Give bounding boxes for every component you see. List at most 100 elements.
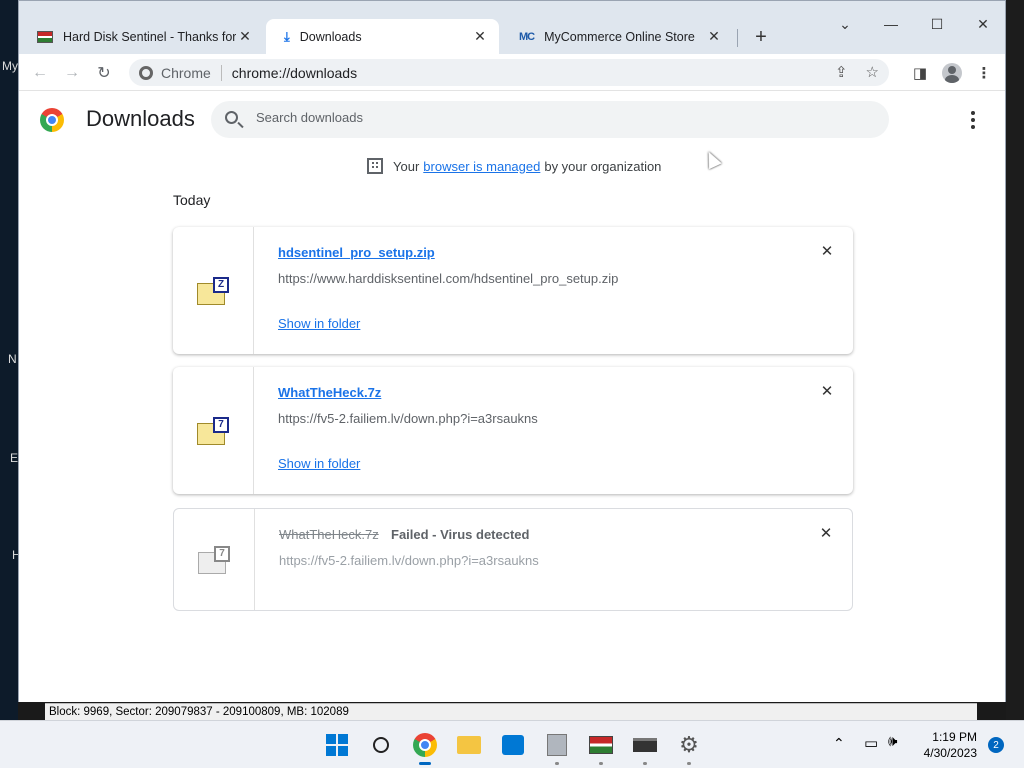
avatar (942, 63, 962, 83)
file-source-url: https://fv5-2.failiem.lv/down.php?i=a3rs… (279, 553, 539, 568)
managed-suffix: by your organization (544, 158, 662, 174)
gear-icon: ⚙ (679, 732, 699, 757)
store-icon (502, 735, 524, 755)
close-icon[interactable]: ✕ (236, 28, 254, 46)
file-name-link[interactable]: WhatTheHeck.7z (278, 385, 381, 400)
share-icon[interactable]: ⇪ (835, 63, 848, 81)
file-name: WhatTheHeck.7z (279, 527, 379, 542)
zip-file-icon: Z (197, 276, 229, 305)
tab-separator (737, 29, 738, 47)
more-actions-button[interactable] (963, 108, 983, 132)
tab-title: Hard Disk Sentinel - Thanks for c (63, 29, 236, 44)
download-item-failed: 7 WhatTheHeck.7z Failed - Virus detected… (173, 508, 853, 611)
chrome-window: Hard Disk Sentinel - Thanks for c ✕ ⤓ Do… (18, 0, 1006, 702)
taskbar-chrome[interactable] (411, 731, 439, 765)
file-source-url: https://www.harddisksentinel.com/hdsenti… (278, 271, 619, 286)
managed-prefix: Your (393, 158, 420, 174)
download-status: Failed - Virus detected (391, 527, 530, 542)
terminal-icon (633, 738, 657, 752)
desktop-icon-label: E (10, 451, 19, 465)
hdsentinel-icon (37, 30, 53, 43)
side-panel-icon[interactable]: ◨ (907, 60, 933, 86)
chrome-menu-button[interactable]: ⋮ (971, 60, 997, 86)
show-in-folder-link[interactable]: Show in folder (278, 456, 360, 471)
search-button[interactable] (367, 731, 395, 759)
file-icon-column: 7 (174, 509, 255, 610)
close-icon[interactable]: ✕ (705, 28, 723, 46)
system-clock[interactable]: 1:19 PM 4/30/2023 (912, 729, 977, 761)
mycommerce-icon: MC (519, 30, 535, 43)
7z-file-icon: 7 (198, 545, 230, 574)
omnibox-divider (220, 64, 222, 81)
file-type-badge: 7 (213, 416, 229, 433)
taskbar: ⚙ ⌃ ▭ 🕪 1:19 PM 4/30/2023 2 (0, 720, 1024, 768)
tab-search-button[interactable]: ⌄ (823, 9, 867, 39)
remove-download-button[interactable]: ✕ (819, 383, 835, 400)
maximize-button[interactable]: ☐ (915, 9, 959, 39)
page-title: Downloads (86, 106, 195, 131)
desktop-icon-label: My (2, 59, 18, 73)
minimize-button[interactable]: — (869, 9, 913, 39)
profile-button[interactable] (939, 60, 965, 86)
managed-notice: Your browser is managed by your organiza… (367, 158, 661, 174)
download-item: Z hdsentinel_pro_setup.zip https://www.h… (173, 227, 853, 354)
network-icon[interactable]: ▭ (864, 734, 878, 752)
desktop-icon-label: N (8, 352, 17, 366)
address-bar[interactable]: Chrome chrome://downloads ⇪ ☆ (129, 59, 889, 86)
tab-title: MyCommerce Online Store (544, 29, 695, 44)
search-input[interactable] (256, 110, 856, 125)
close-window-button[interactable]: ✕ (961, 9, 1005, 39)
chrome-icon (139, 65, 153, 80)
search-icon (373, 737, 389, 753)
tab-hard-disk-sentinel[interactable]: Hard Disk Sentinel - Thanks for c ✕ (19, 19, 264, 54)
tab-mycommerce[interactable]: MC MyCommerce Online Store ✕ (501, 19, 733, 54)
taskbar-store[interactable] (499, 731, 527, 759)
forward-button[interactable]: → (59, 60, 85, 86)
chrome-icon (413, 733, 437, 757)
tab-title: Downloads (299, 29, 362, 44)
url-text[interactable]: chrome://downloads (232, 65, 357, 81)
reload-button[interactable]: ↻ (91, 60, 117, 86)
status-bar: Block: 9969, Sector: 209079837 - 2091008… (45, 703, 977, 720)
bookmark-star-icon[interactable]: ☆ (866, 63, 879, 81)
taskbar-app[interactable] (543, 731, 571, 765)
app-icon (547, 734, 567, 756)
desktop-right-edge (1006, 0, 1024, 720)
search-bar[interactable] (211, 101, 889, 138)
taskbar-hdsentinel[interactable] (587, 731, 615, 765)
chrome-logo-icon (40, 108, 64, 132)
taskbar-settings[interactable]: ⚙ (675, 731, 703, 765)
file-name-link[interactable]: hdsentinel_pro_setup.zip (278, 245, 435, 260)
start-button[interactable] (323, 731, 351, 759)
building-icon (367, 158, 383, 174)
site-chip[interactable]: Chrome (161, 65, 211, 81)
windows-icon (326, 734, 348, 756)
clock-time: 1:19 PM (932, 730, 977, 744)
file-source-url: https://fv5-2.failiem.lv/down.php?i=a3rs… (278, 411, 538, 426)
show-in-folder-link[interactable]: Show in folder (278, 316, 360, 331)
file-type-badge: 7 (214, 545, 230, 562)
managed-link[interactable]: browser is managed (423, 159, 540, 174)
taskbar-file-explorer[interactable] (455, 731, 483, 759)
tab-strip: Hard Disk Sentinel - Thanks for c ✕ ⤓ Do… (19, 1, 1005, 54)
clock-date: 4/30/2023 (923, 746, 977, 760)
back-button[interactable]: ← (27, 60, 53, 86)
remove-download-button[interactable]: ✕ (819, 243, 835, 260)
date-section-label: Today (173, 192, 211, 208)
downloads-page: Downloads Your browser is managed by you… (19, 92, 1005, 702)
remove-download-button[interactable]: ✕ (818, 525, 834, 542)
folder-icon (457, 736, 481, 754)
download-icon: ⤓ (284, 28, 290, 44)
volume-icon[interactable]: 🕪 (888, 733, 897, 750)
search-icon (225, 111, 238, 124)
hdsentinel-icon (589, 736, 613, 754)
new-tab-button[interactable]: + (749, 25, 773, 49)
chevron-up-icon[interactable]: ⌃ (833, 735, 845, 752)
notification-badge[interactable]: 2 (988, 737, 1004, 753)
browser-toolbar: ← → ↻ Chrome chrome://downloads ⇪ ☆ ◨ ⋮ (19, 54, 1005, 91)
taskbar-terminal[interactable] (631, 731, 659, 765)
close-icon[interactable]: ✕ (471, 28, 489, 46)
tab-downloads[interactable]: ⤓ Downloads ✕ (266, 19, 499, 54)
download-item: 7 WhatTheHeck.7z https://fv5-2.failiem.l… (173, 367, 853, 494)
file-type-badge: Z (213, 276, 229, 293)
